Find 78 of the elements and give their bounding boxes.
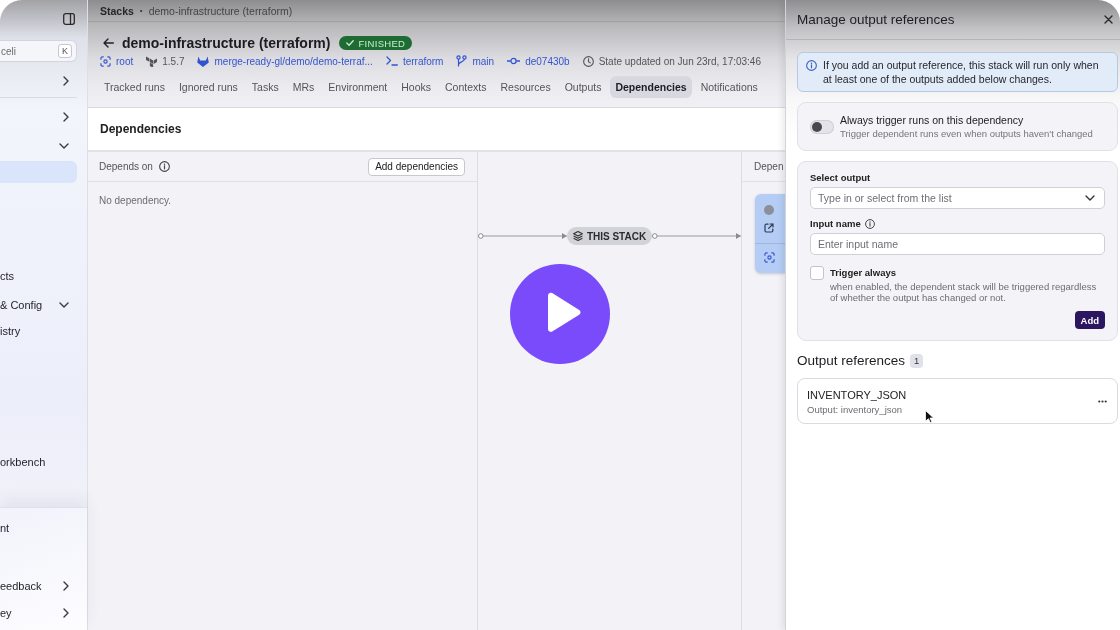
toggle-switch[interactable] [810,119,834,134]
tab[interactable]: Environment [323,76,393,98]
empty-state-text: No dependency. [98,194,173,206]
panel-toggle-icon [63,13,75,25]
nav-item[interactable]: orkbench [0,450,77,474]
stack-title: demo-infrastructure (terraform) [122,35,331,51]
nav-item[interactable]: istry [0,319,77,343]
tab[interactable]: Ignored runs [173,76,243,98]
external-link-icon [764,223,774,233]
layers-icon [572,231,583,241]
close-button[interactable] [1104,15,1113,24]
chevron-down-icon [1085,195,1095,201]
checkbox-label: Trigger always [830,266,897,280]
commit-icon [507,57,521,65]
fox-head-icon [197,55,210,67]
back-arrow-icon [103,38,114,48]
blocks-icon [146,55,158,67]
space-link[interactable]: root [100,55,134,67]
clock-icon [582,55,594,67]
back-button[interactable] [103,38,114,48]
close-icon [1104,15,1113,24]
repository-link[interactable]: merge-ready-gl/demo/demo-terraf... [197,55,373,67]
breadcrumb-separator: • [139,6,143,15]
checkbox-description: when enabled, the dependent stack will be triggered regardless of whether the output has changed or not. [830,281,1098,303]
node-label: THIS STACK [586,230,647,242]
nav-item[interactable]: & Config [0,293,77,317]
nav-item[interactable]: eedback [0,574,77,598]
section-heading: Output references [797,353,906,368]
more-icon [1098,399,1107,403]
more-button[interactable] [1098,397,1107,405]
commit-link[interactable]: de07430b [507,55,570,67]
add-button[interactable]: Add [1074,311,1105,329]
checkbox[interactable] [810,266,824,280]
check-icon [346,40,355,46]
select-field[interactable]: Type in or select from the list [810,187,1105,209]
breadcrumb-current: demo-infrastructure (terraform) [148,4,293,17]
count-badge: 1 [910,353,924,368]
field-label: Select output [810,172,872,184]
focus-frame-icon [764,252,775,263]
stack-card[interactable] [755,194,785,273]
info-icon [158,161,170,172]
tab[interactable]: Contexts [440,76,492,98]
column-title: Depends on [99,161,153,172]
toggle-label: Always trigger runs on this dependency [840,114,1025,126]
reference-name: INVENTORY_JSON [807,387,907,403]
section-title: Dependencies [100,122,182,136]
tab[interactable]: Tracked runs [99,76,170,98]
notice-text: If you add an output reference, this stack will run only when at least one of the outputs added below changes. [823,58,1100,86]
nav-item[interactable]: ey [0,601,77,625]
tab[interactable]: Notifications [695,76,763,98]
version-text: 1.5.7 [162,55,185,67]
info-icon [806,60,817,71]
tab[interactable]: MRs [287,76,320,98]
avatar-icon [764,205,774,215]
field-label: Input name [810,218,861,230]
nav-item[interactable]: cts [0,264,77,288]
project-link[interactable]: terraform [385,55,444,67]
info-icon [864,219,875,229]
toggle-description: Trigger dependent runs even when outputs haven't changed [840,128,1093,139]
terminal-icon [385,56,398,66]
focus-frame-icon [100,55,111,67]
updated-text: State updated on Jun 23rd, 17:03:46 [598,55,761,67]
breadcrumb-link[interactable]: Stacks [100,4,134,17]
branch-link[interactable]: main [456,55,495,67]
stack-node[interactable]: THIS STACK [566,227,653,245]
reference-detail: Output: inventory_json [807,403,904,415]
tab[interactable]: Resources [495,76,556,98]
drawer-title: Manage output references [797,12,955,27]
tab[interactable]: Tasks [246,76,284,98]
tab[interactable]: Outputs [559,76,607,98]
column-title: Depen [754,161,784,172]
add-dependencies-button[interactable]: Add dependencies [368,157,465,176]
tab[interactable]: Hooks [396,76,436,98]
nav-item[interactable]: nt [0,516,77,540]
input-field[interactable]: Enter input name [810,233,1105,255]
status-text: FINISHED [358,37,406,49]
branch-icon [456,55,468,67]
tab[interactable]: Dependencies [610,76,692,98]
